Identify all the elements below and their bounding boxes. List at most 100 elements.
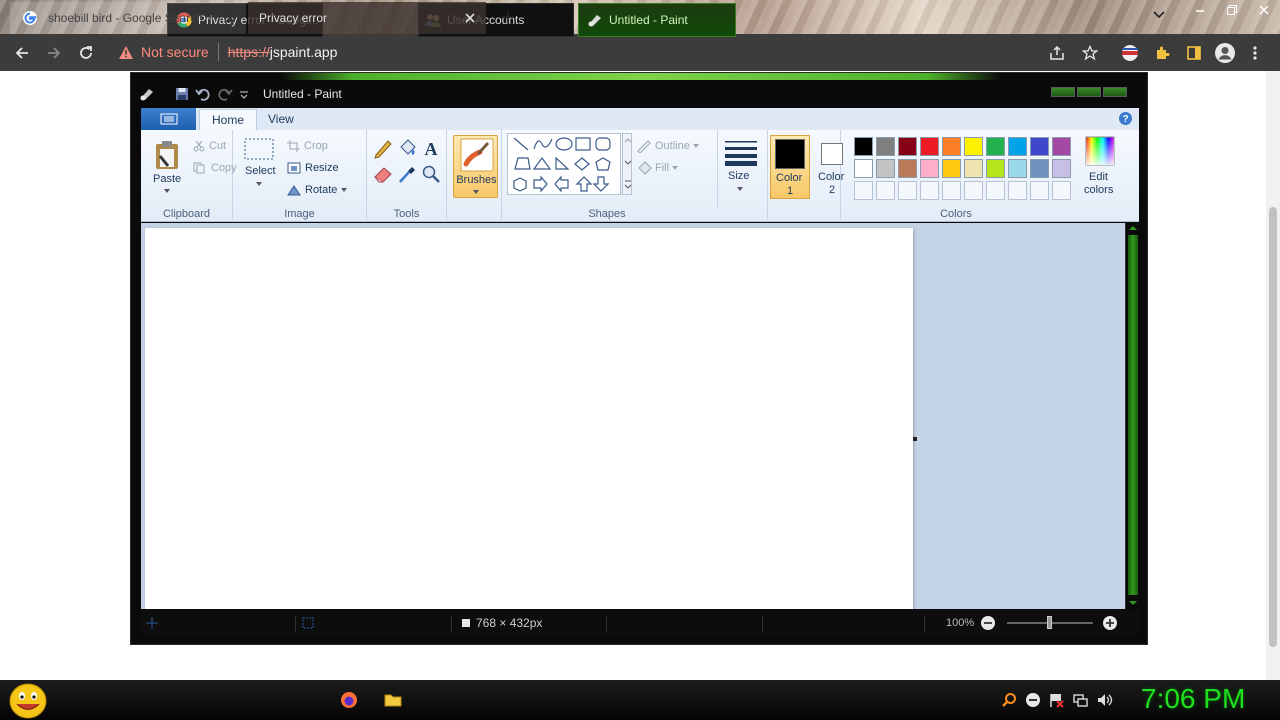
palette-custom-slot[interactable]	[942, 181, 961, 200]
palette-custom-slot[interactable]	[964, 181, 983, 200]
eraser-tool[interactable]	[372, 163, 394, 185]
close-tab-icon[interactable]	[222, 10, 238, 26]
canvas-resize-handle[interactable]	[913, 437, 917, 441]
scroll-down-icon[interactable]	[1129, 599, 1137, 607]
select-dropdown-icon[interactable]	[256, 182, 262, 186]
close-window-icon[interactable]	[1248, 0, 1280, 20]
palette-custom-slot[interactable]	[1008, 181, 1027, 200]
brushes-button[interactable]: Brushes	[453, 135, 498, 198]
tab-view[interactable]: View	[256, 109, 306, 130]
zoom-slider-thumb[interactable]	[1047, 616, 1052, 629]
color-picker-tool[interactable]	[396, 163, 418, 185]
palette-custom-slot[interactable]	[1030, 181, 1049, 200]
copy-button[interactable]: Copy	[193, 162, 237, 174]
rotate-dropdown-icon[interactable]	[341, 188, 348, 192]
extensions-icon[interactable]	[1150, 41, 1174, 65]
start-button-smiley-icon[interactable]	[8, 683, 48, 719]
scrollbar-thumb[interactable]	[1269, 207, 1277, 647]
scroll-up-icon[interactable]	[1129, 224, 1137, 232]
size-button[interactable]: Size	[722, 136, 762, 200]
firefox-icon[interactable]	[340, 691, 358, 709]
palette-color-swatch[interactable]	[898, 137, 917, 156]
tab-shoebill-search[interactable]: shoebill bird - Google Search	[10, 2, 246, 34]
palette-color-swatch[interactable]	[1052, 137, 1071, 156]
size-dropdown-icon[interactable]	[737, 187, 743, 191]
outline-dropdown-icon[interactable]	[692, 144, 699, 148]
palette-color-swatch[interactable]	[920, 159, 939, 178]
paint-app-icon[interactable]	[139, 86, 155, 102]
warning-icon[interactable]	[118, 45, 134, 60]
palette-custom-slot[interactable]	[898, 181, 917, 200]
back-icon[interactable]	[6, 37, 38, 69]
palette-color-swatch[interactable]	[876, 137, 895, 156]
network-icon[interactable]	[1070, 690, 1090, 710]
palette-color-swatch[interactable]	[1052, 159, 1071, 178]
restore-icon[interactable]	[1216, 0, 1248, 20]
zoom-out-icon[interactable]	[980, 615, 996, 631]
page-scrollbar[interactable]	[1266, 71, 1280, 680]
canvas-vertical-scrollbar[interactable]	[1125, 223, 1139, 609]
fill-dropdown-icon[interactable]	[672, 166, 679, 170]
action-center-flag-icon[interactable]	[1046, 690, 1066, 710]
palette-color-swatch[interactable]	[1030, 159, 1049, 178]
palette-custom-slot[interactable]	[854, 181, 873, 200]
customize-qat-icon[interactable]	[239, 89, 249, 99]
rotate-button[interactable]: Rotate	[287, 184, 348, 196]
drawing-canvas[interactable]	[145, 228, 913, 609]
clock[interactable]: 7:06 PM	[1141, 683, 1245, 715]
palette-color-swatch[interactable]	[986, 137, 1005, 156]
palette-custom-slot[interactable]	[1052, 181, 1071, 200]
fill-button[interactable]: Fill	[636, 161, 679, 175]
select-button[interactable]: Select	[243, 136, 276, 186]
palette-color-swatch[interactable]	[1008, 159, 1027, 178]
palette-color-swatch[interactable]	[1008, 137, 1027, 156]
volume-icon[interactable]	[1095, 690, 1115, 710]
palette-custom-slot[interactable]	[920, 181, 939, 200]
outline-button[interactable]: Outline	[636, 139, 699, 153]
menu-kebab-icon[interactable]	[1243, 41, 1267, 65]
minimize-icon[interactable]	[1184, 0, 1216, 20]
palette-color-swatch[interactable]	[986, 159, 1005, 178]
file-menu-button[interactable]	[141, 108, 196, 130]
magnifier-tool[interactable]	[420, 163, 442, 185]
zoom-in-icon[interactable]	[1102, 615, 1118, 631]
side-panel-icon[interactable]	[1182, 41, 1206, 65]
palette-color-swatch[interactable]	[854, 137, 873, 156]
help-icon[interactable]: ?	[1118, 111, 1133, 126]
paste-button[interactable]: Paste	[153, 140, 181, 193]
text-tool[interactable]: A	[420, 137, 442, 159]
palette-custom-slot[interactable]	[986, 181, 1005, 200]
tab-privacy-error[interactable]: Privacy error	[248, 2, 486, 34]
shapes-gallery[interactable]	[507, 133, 621, 195]
palette-color-swatch[interactable]	[964, 137, 983, 156]
crop-button[interactable]: Crop	[287, 140, 328, 152]
profile-flag-icon[interactable]	[1118, 41, 1142, 65]
tab-home[interactable]: Home	[199, 109, 258, 130]
palette-color-swatch[interactable]	[1030, 137, 1049, 156]
reload-icon[interactable]	[70, 37, 102, 69]
shapes-gallery-scroll[interactable]	[622, 133, 632, 195]
forward-icon[interactable]	[38, 37, 70, 69]
search-icon[interactable]	[999, 690, 1019, 710]
new-tab-icon[interactable]	[500, 9, 516, 25]
palette-color-swatch[interactable]	[942, 137, 961, 156]
redo-icon[interactable]	[217, 87, 233, 101]
account-avatar-icon[interactable]	[1213, 41, 1237, 65]
palette-color-swatch[interactable]	[964, 159, 983, 178]
palette-color-swatch[interactable]	[920, 137, 939, 156]
color1-button[interactable]: Color 1	[770, 135, 810, 199]
brushes-dropdown-icon[interactable]	[473, 190, 479, 194]
file-explorer-icon[interactable]	[384, 691, 402, 709]
paste-dropdown-icon[interactable]	[164, 189, 170, 193]
palette-color-swatch[interactable]	[876, 159, 895, 178]
palette-color-swatch[interactable]	[942, 159, 961, 178]
cut-button[interactable]: Cut	[193, 140, 226, 152]
paint-close-button[interactable]	[1103, 87, 1127, 97]
undo-icon[interactable]	[195, 87, 211, 101]
paint-maximize-button[interactable]	[1077, 87, 1101, 97]
pencil-tool[interactable]	[372, 137, 394, 159]
scrollbar-track[interactable]	[1128, 235, 1138, 595]
share-icon[interactable]	[1045, 41, 1069, 65]
paint-minimize-button[interactable]	[1051, 87, 1075, 97]
minus-circle-icon[interactable]	[1023, 690, 1043, 710]
